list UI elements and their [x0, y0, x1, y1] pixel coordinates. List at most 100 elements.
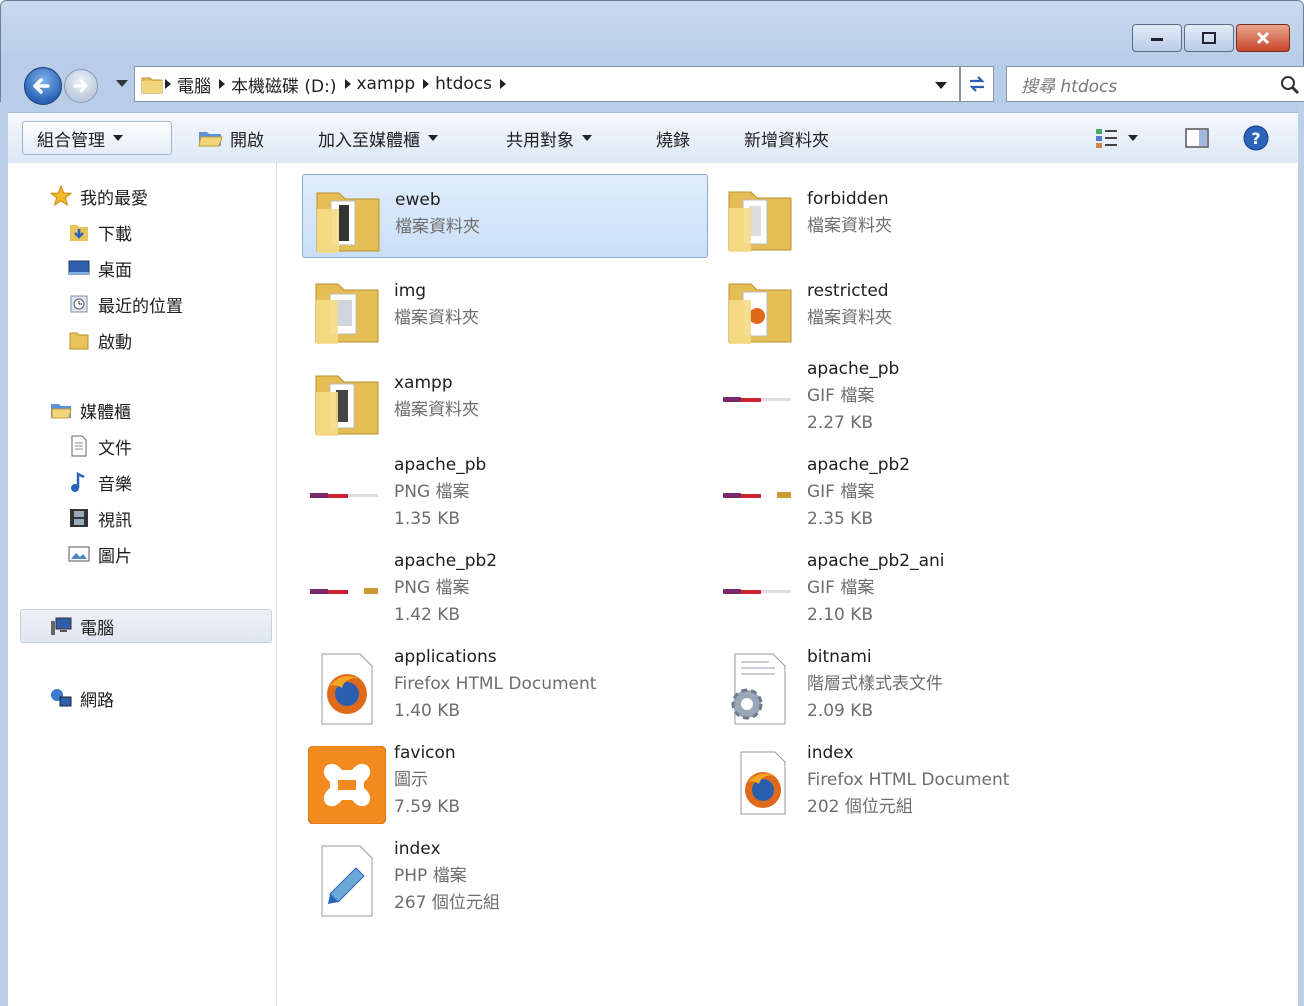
address-history-dropdown[interactable]: [935, 82, 947, 89]
file-name: forbidden: [807, 189, 889, 209]
breadcrumb-separator[interactable]: [423, 79, 430, 89]
forward-arrow-icon: [73, 79, 88, 93]
view-options-button[interactable]: [1094, 123, 1138, 153]
share-button[interactable]: 共用對象: [506, 123, 592, 153]
caption-buttons: [1130, 24, 1290, 52]
nav-desktop[interactable]: 桌面: [68, 253, 132, 283]
nav-network[interactable]: 網路: [50, 683, 114, 713]
chevron-down-icon: [428, 135, 438, 141]
file-item[interactable]: index Firefox HTML Document 202 個位元組: [715, 742, 1121, 826]
nav-music[interactable]: 音樂: [68, 467, 132, 497]
file-item[interactable]: xampp 檔案資料夾: [302, 358, 708, 442]
nav-computer[interactable]: 電腦: [50, 611, 114, 641]
open-button[interactable]: 開啟: [198, 123, 264, 153]
file-item[interactable]: favicon 圖示 7.59 KB: [302, 742, 708, 826]
nav-videos[interactable]: 視訊: [68, 503, 132, 533]
file-size: 2.10 KB: [807, 605, 874, 625]
forward-button[interactable]: [64, 69, 98, 103]
close-button[interactable]: [1236, 24, 1290, 52]
chevron-down-icon: [113, 135, 123, 141]
film-icon: [70, 509, 88, 527]
search-icon[interactable]: [1279, 74, 1301, 96]
nav-label: 電腦: [80, 618, 114, 639]
new-folder-button[interactable]: 新增資料夾: [744, 123, 829, 153]
nav-recent[interactable]: 最近的位置: [68, 289, 183, 319]
address-bar[interactable]: 電腦 本機磁碟 (D:) xampp htdocs: [134, 66, 960, 102]
file-item[interactable]: index PHP 檔案 267 個位元組: [302, 838, 708, 922]
help-button[interactable]: ?: [1242, 123, 1270, 153]
window-frame-right: [1298, 102, 1304, 1006]
search-box[interactable]: 搜尋 htdocs: [1006, 66, 1304, 102]
banner-image-icon: [310, 492, 384, 500]
file-item[interactable]: applications Firefox HTML Document 1.40 …: [302, 646, 708, 730]
add-to-library-label: 加入至媒體櫃: [318, 130, 420, 151]
burn-button[interactable]: 燒錄: [656, 123, 690, 153]
file-item[interactable]: apache_pb PNG 檔案 1.35 KB: [302, 454, 708, 538]
file-type: GIF 檔案: [807, 386, 875, 406]
nav-label: 圖片: [98, 546, 132, 567]
file-item[interactable]: restricted 檔案資料夾: [715, 266, 1121, 350]
maximize-icon: [1202, 32, 1216, 44]
file-type: GIF 檔案: [807, 578, 875, 598]
breadcrumb-htdocs[interactable]: htdocs: [435, 74, 492, 94]
breadcrumb-separator[interactable]: [344, 79, 351, 89]
nav-pictures[interactable]: 圖片: [68, 539, 132, 569]
new-folder-label: 新增資料夾: [744, 130, 829, 151]
file-type: 檔案資料夾: [394, 308, 479, 328]
nav-downloads[interactable]: 下載: [68, 217, 132, 247]
maximize-button[interactable]: [1184, 24, 1234, 52]
minimize-button[interactable]: [1132, 24, 1182, 52]
file-item[interactable]: apache_pb2_ani GIF 檔案 2.10 KB: [715, 550, 1121, 634]
file-name: apache_pb: [394, 455, 487, 475]
breadcrumb-separator[interactable]: [165, 79, 171, 89]
file-type: PHP 檔案: [394, 866, 467, 886]
banner-image-icon: [723, 396, 797, 404]
file-text: xampp 檔案資料夾: [394, 370, 479, 424]
libraries-icon: [51, 404, 72, 419]
file-item[interactable]: eweb 檔案資料夾: [302, 174, 708, 258]
file-type: 圖示: [394, 770, 428, 790]
nav-label: 桌面: [98, 260, 132, 281]
downloads-folder-icon: [70, 225, 88, 241]
file-text: index Firefox HTML Document 202 個位元組: [807, 740, 1009, 821]
file-name: bitnami: [807, 647, 872, 667]
banner-image-icon: [723, 492, 797, 500]
file-item[interactable]: bitnami 階層式樣式表文件 2.09 KB: [715, 646, 1121, 730]
nav-libraries[interactable]: 媒體櫃: [50, 395, 131, 425]
file-type: 檔案資料夾: [807, 308, 892, 328]
breadcrumb: 電腦 本機磁碟 (D:) xampp htdocs: [135, 72, 506, 97]
file-item[interactable]: img 檔案資料夾: [302, 266, 708, 350]
file-item[interactable]: apache_pb2 GIF 檔案 2.35 KB: [715, 454, 1121, 538]
preview-pane-button[interactable]: [1184, 123, 1210, 153]
folder-icon: [315, 283, 379, 344]
add-to-library-button[interactable]: 加入至媒體櫃: [318, 123, 438, 153]
breadcrumb-computer[interactable]: 電腦: [177, 72, 211, 97]
organize-button[interactable]: 組合管理: [22, 121, 172, 155]
refresh-button[interactable]: [960, 66, 994, 102]
file-text: apache_pb2 GIF 檔案 2.35 KB: [807, 452, 910, 533]
breadcrumb-separator[interactable]: [219, 79, 225, 89]
file-text: apache_pb GIF 檔案 2.27 KB: [807, 356, 899, 437]
file-text: img 檔案資料夾: [394, 278, 479, 332]
file-item[interactable]: apache_pb GIF 檔案 2.27 KB: [715, 358, 1121, 442]
nav-label: 最近的位置: [98, 296, 183, 317]
nav-startup[interactable]: 啟動: [68, 325, 132, 355]
breadcrumb-drive[interactable]: 本機磁碟 (D:): [231, 72, 337, 97]
file-type: Firefox HTML Document: [807, 770, 1010, 790]
chevron-down-icon: [582, 135, 592, 141]
folder-icon: [316, 192, 380, 253]
breadcrumb-xampp[interactable]: xampp: [357, 74, 416, 94]
php-file-icon: [321, 845, 373, 917]
recent-pages-dropdown[interactable]: [116, 80, 128, 87]
breadcrumb-separator[interactable]: [499, 79, 506, 89]
banner-image-icon: [723, 588, 797, 596]
file-size: 267 個位元組: [394, 893, 500, 913]
nav-favorites[interactable]: 我的最愛: [50, 181, 148, 211]
file-item[interactable]: apache_pb2 PNG 檔案 1.42 KB: [302, 550, 708, 634]
folder-icon: [141, 77, 163, 94]
file-size: 1.35 KB: [394, 509, 461, 529]
nav-documents[interactable]: 文件: [68, 431, 132, 461]
back-button[interactable]: [24, 67, 62, 105]
file-type: PNG 檔案: [394, 578, 470, 598]
file-item[interactable]: forbidden 檔案資料夾: [715, 174, 1121, 258]
